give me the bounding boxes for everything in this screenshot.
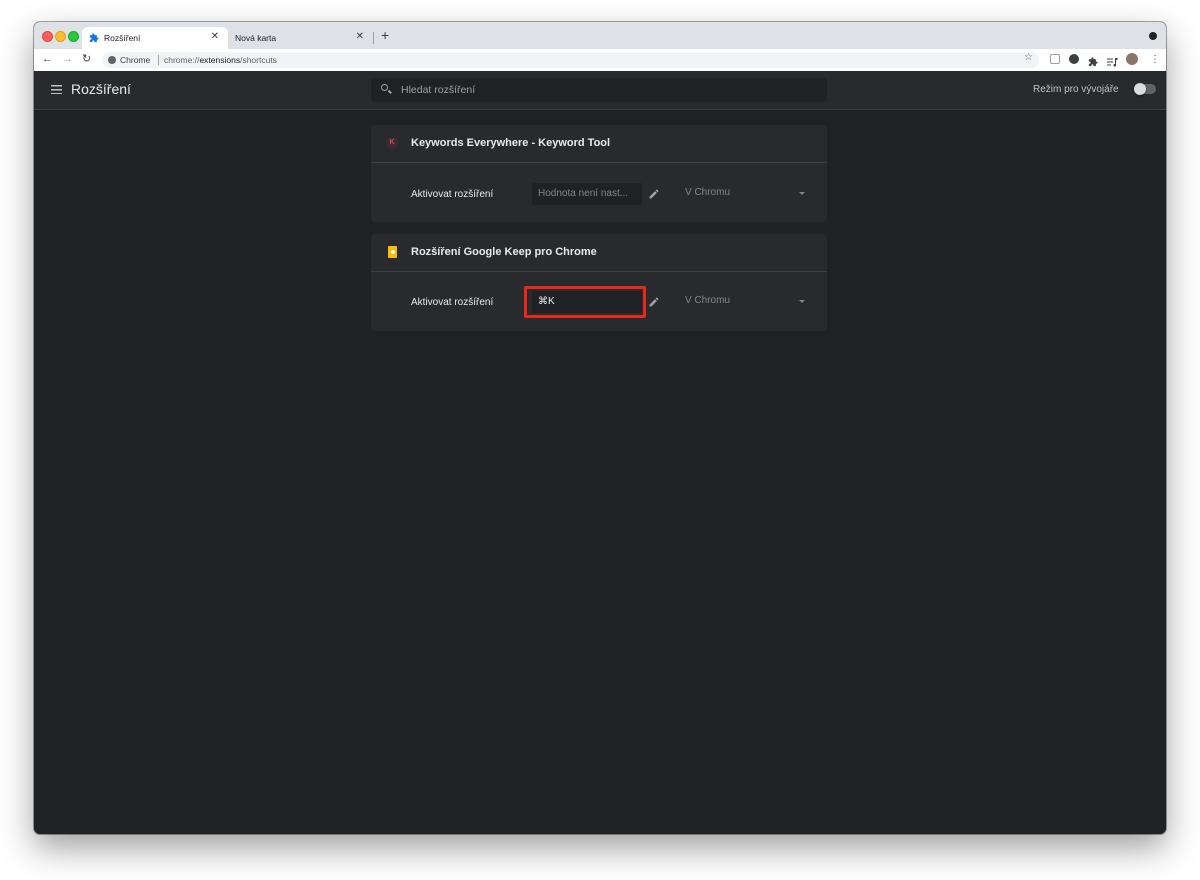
scope-value: V Chromu [685, 295, 731, 306]
extension-card-keywords-everywhere: K Keywords Everywhere - Keyword Tool Akt… [371, 125, 827, 222]
extension-circle-icon[interactable] [1069, 54, 1079, 64]
page-title: Rozšíření [71, 81, 131, 97]
browser-menu-dot-icon[interactable] [1149, 32, 1157, 40]
pencil-edit-icon[interactable] [648, 295, 662, 309]
site-label: Chrome [120, 55, 151, 65]
shortcut-placeholder: Hodnota není nast... [538, 188, 629, 199]
tab-new-tab[interactable]: Nová karta ✕ [228, 27, 373, 49]
shortcut-label: Aktivovat rozšíření [411, 297, 494, 308]
address-bar[interactable]: Chrome chrome://extensions/shortcuts [102, 52, 1039, 68]
new-tab-plus-icon[interactable]: + [381, 27, 389, 43]
developer-mode-label: Režim pro vývojáře [1033, 84, 1119, 95]
maximize-window-button[interactable] [68, 31, 79, 42]
extensions-puzzle-icon[interactable] [1088, 54, 1098, 67]
highlight-annotation-box [524, 286, 646, 318]
tab-extensions[interactable]: Rozšíření ✕ [82, 27, 228, 49]
card-header: Rozšíření Google Keep pro Chrome [371, 234, 827, 272]
pencil-edit-icon[interactable] [648, 187, 662, 201]
hamburger-menu-icon[interactable] [51, 85, 62, 94]
close-tab-icon[interactable]: ✕ [211, 31, 219, 42]
scope-value: V Chromu [685, 187, 731, 198]
keywords-everywhere-icon: K [386, 137, 398, 149]
url-text: chrome://extensions/shortcuts [164, 55, 277, 65]
reading-list-icon[interactable] [1107, 54, 1118, 67]
search-icon [381, 84, 388, 91]
url-prefix: chrome:// [164, 55, 200, 65]
tab-title: Nová karta [235, 33, 277, 43]
chrome-site-icon [108, 56, 116, 64]
close-tab-icon[interactable]: ✕ [356, 31, 364, 42]
browser-toolbar: ← → ↻ Chrome chrome://extensions/shortcu… [34, 49, 1166, 72]
search-input[interactable] [401, 81, 811, 99]
scope-select[interactable]: V Chromu [680, 182, 811, 204]
chevron-down-icon [799, 300, 805, 303]
puzzle-icon [89, 33, 99, 43]
extensions-header: Rozšíření Režim pro vývojáře [34, 71, 1166, 110]
scope-select[interactable]: V Chromu [680, 290, 811, 312]
back-arrow-icon[interactable]: ← [42, 52, 53, 66]
reload-icon[interactable]: ↻ [82, 52, 91, 66]
tab-divider [373, 32, 374, 44]
extension-square-icon[interactable] [1050, 54, 1060, 64]
url-path: /shortcuts [240, 55, 277, 65]
tab-title: Rozšíření [104, 33, 141, 43]
search-box[interactable] [371, 78, 827, 102]
close-window-button[interactable] [42, 31, 53, 42]
chevron-down-icon [799, 192, 805, 195]
browser-window: Rozšíření ✕ Nová karta ✕ + ← → ↻ Chrome … [34, 22, 1166, 834]
toggle-knob [1134, 83, 1146, 95]
profile-avatar[interactable] [1126, 53, 1138, 65]
forward-arrow-icon[interactable]: → [62, 52, 73, 66]
url-host: extensions [199, 55, 241, 65]
card-header: K Keywords Everywhere - Keyword Tool [371, 125, 827, 163]
kebab-menu-icon[interactable]: ⋮ [1150, 53, 1160, 67]
tab-strip: Rozšíření ✕ Nová karta ✕ + [34, 22, 1166, 49]
minimize-window-button[interactable] [55, 31, 66, 42]
bookmark-star-icon[interactable]: ☆ [1024, 52, 1033, 63]
url-divider [158, 55, 159, 65]
google-keep-icon [388, 246, 397, 258]
shortcut-input[interactable]: Hodnota není nast... [532, 183, 642, 205]
extension-name: Rozšíření Google Keep pro Chrome [411, 246, 597, 258]
shortcut-label: Aktivovat rozšíření [411, 189, 494, 200]
extension-name: Keywords Everywhere - Keyword Tool [411, 137, 611, 149]
developer-mode-toggle[interactable] [1134, 83, 1156, 95]
